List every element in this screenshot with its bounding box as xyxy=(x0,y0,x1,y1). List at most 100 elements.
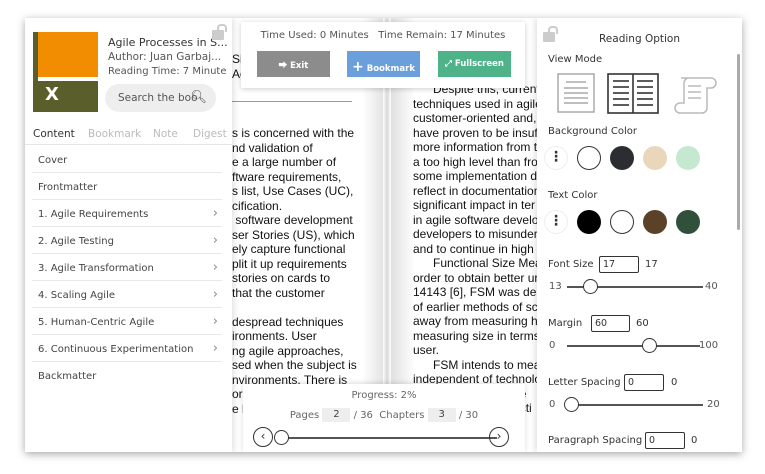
toc-item[interactable]: 3. Agile Transformation › xyxy=(32,254,222,281)
font-size-value: 17 xyxy=(645,259,658,270)
color-swatch[interactable] xyxy=(676,210,700,234)
right-page-text: Despite this, current techniques used in… xyxy=(413,82,537,415)
letter-spacing-slider-thumb[interactable] xyxy=(564,397,579,412)
search-icon[interactable]: 🔍︎ xyxy=(190,90,207,105)
toc-item-label: 1. Agile Requirements xyxy=(38,209,149,220)
time-used: Time Used: 0 Minutes xyxy=(260,30,369,41)
reader-window: X Agile Processes in S... Author: Juan G… xyxy=(25,18,742,452)
progress-slider-thumb[interactable] xyxy=(274,430,290,445)
page-input[interactable]: 2 xyxy=(322,408,351,422)
chapter-input[interactable]: 3 xyxy=(427,408,456,422)
fullscreen-label: Fullscreen xyxy=(454,59,504,69)
exit-label: Exit xyxy=(290,61,309,71)
toc-item-label: Backmatter xyxy=(38,371,97,382)
lock-icon[interactable] xyxy=(212,24,227,40)
toc-item-label: 4. Scaling Agile xyxy=(38,290,116,301)
progress-bar-panel: Progress: 2% Pages 2 / 36 Chapters 3 / 3… xyxy=(243,384,525,452)
book-cover: X xyxy=(33,32,98,112)
font-size-min: 13 xyxy=(549,281,562,292)
paragraph-spacing-value: 0 xyxy=(691,435,698,446)
margin-input[interactable]: 60 xyxy=(591,315,630,332)
paragraph-spacing-label: Paragraph Spacing xyxy=(548,435,643,446)
pages-total: / 36 xyxy=(353,410,373,421)
plus-icon: + xyxy=(352,59,364,75)
toc-item-label: 2. Agile Testing xyxy=(38,236,114,247)
book-author: Author: Juan Garbaj... xyxy=(108,51,222,63)
letter-spacing-label: Letter Spacing xyxy=(548,377,621,388)
chevron-right-icon[interactable]: › xyxy=(213,341,218,356)
color-swatch[interactable] xyxy=(643,146,667,170)
chevron-right-icon[interactable]: › xyxy=(213,314,218,329)
toc-item[interactable]: 4. Scaling Agile › xyxy=(32,281,222,308)
font-size-slider-thumb[interactable] xyxy=(582,279,598,294)
prev-page-button[interactable]: ‹ xyxy=(253,427,273,447)
reading-options-panel: Reading Option View Mode Background Colo… xyxy=(537,18,742,452)
color-swatch[interactable] xyxy=(577,146,601,170)
search-input[interactable]: Search the boo 🔍︎ xyxy=(105,84,216,112)
toc-item-label: 5. Human-Centric Agile xyxy=(38,317,155,328)
chapters-total: / 30 xyxy=(458,410,479,421)
fullscreen-button[interactable]: ⤢ Fullscreen xyxy=(438,51,511,77)
progress-slider[interactable] xyxy=(275,437,497,439)
margin-label: Margin xyxy=(548,318,583,329)
toc-item[interactable]: 6. Continuous Experimentation › xyxy=(32,335,222,362)
font-size-input[interactable]: 17 xyxy=(599,256,639,273)
single-page-view-icon[interactable] xyxy=(557,73,595,113)
margin-slider[interactable] xyxy=(567,345,700,347)
fullscreen-icon: ⤢ xyxy=(445,59,452,69)
tab-note[interactable]: Note xyxy=(153,128,178,140)
toc-item-label: 6. Continuous Experimentation xyxy=(38,344,194,355)
font-size-max: 40 xyxy=(705,281,718,292)
bookmark-label: Bookmark xyxy=(366,64,415,74)
toc-item[interactable]: Frontmatter xyxy=(32,173,222,200)
progress-label: Progress: 2% xyxy=(351,390,417,401)
margin-slider-thumb[interactable] xyxy=(641,338,657,353)
toc-item-label: Cover xyxy=(38,155,68,166)
toc-item-label: Frontmatter xyxy=(38,182,98,193)
double-page-view-icon[interactable] xyxy=(607,73,659,114)
book-title: Agile Processes in S... xyxy=(108,36,228,49)
exit-icon: ⮕ xyxy=(278,61,288,71)
text-color-label: Text Color xyxy=(548,190,598,201)
toc-item[interactable]: 5. Human-Centric Agile › xyxy=(32,308,222,335)
toc-item[interactable]: Cover xyxy=(32,146,222,173)
color-swatch[interactable] xyxy=(610,210,634,234)
letter-spacing-input[interactable]: 0 xyxy=(624,374,664,391)
tab-digest[interactable]: Digest xyxy=(193,128,227,140)
tab-bookmark[interactable]: Bookmark xyxy=(88,128,141,140)
toc-item-label: 3. Agile Transformation xyxy=(38,263,154,274)
color-swatch[interactable] xyxy=(676,146,700,170)
next-page-button[interactable]: › xyxy=(489,427,509,447)
margin-max: 100 xyxy=(699,340,719,351)
more-colors-button[interactable]: ⋮ xyxy=(544,146,568,170)
view-mode-selector[interactable] xyxy=(553,72,723,114)
margin-min: 0 xyxy=(549,340,556,351)
font-size-label: Font Size xyxy=(548,259,594,270)
paragraph-spacing-input[interactable]: 0 xyxy=(645,432,685,449)
chapters-label: Chapters xyxy=(379,410,425,421)
toc-item[interactable]: 1. Agile Requirements › xyxy=(32,200,222,227)
top-toolbar: Time Used: 0 Minutes Time Remain: 17 Min… xyxy=(241,22,525,88)
color-swatch[interactable] xyxy=(643,210,667,234)
chevron-right-icon[interactable]: › xyxy=(213,206,218,221)
left-page-text: s is concerned with the nd validation of… xyxy=(232,126,357,416)
chevron-right-icon[interactable]: › xyxy=(213,233,218,248)
letter-spacing-slider[interactable] xyxy=(567,404,703,406)
exit-button[interactable]: ⮕ Exit xyxy=(257,51,330,77)
toc-item[interactable]: 2. Agile Testing › xyxy=(32,227,222,254)
bookmark-button[interactable]: + Bookmark xyxy=(347,51,420,77)
search-placeholder: Search the boo xyxy=(118,92,198,104)
toc-item[interactable]: Backmatter xyxy=(32,362,222,389)
color-swatch[interactable] xyxy=(610,146,634,170)
chevron-right-icon[interactable]: › xyxy=(213,287,218,302)
background-color-label: Background Color xyxy=(548,126,637,137)
more-colors-button[interactable]: ⋮ xyxy=(544,210,568,234)
chevron-right-icon[interactable]: › xyxy=(213,260,218,275)
scrollbar[interactable] xyxy=(737,54,740,230)
letter-spacing-max: 20 xyxy=(707,399,720,410)
tab-content[interactable]: Content xyxy=(33,128,75,140)
scroll-view-icon[interactable] xyxy=(674,77,717,114)
sidebar: X Agile Processes in S... Author: Juan G… xyxy=(25,18,232,452)
color-swatch[interactable] xyxy=(577,210,601,234)
letter-spacing-value: 0 xyxy=(671,377,678,388)
